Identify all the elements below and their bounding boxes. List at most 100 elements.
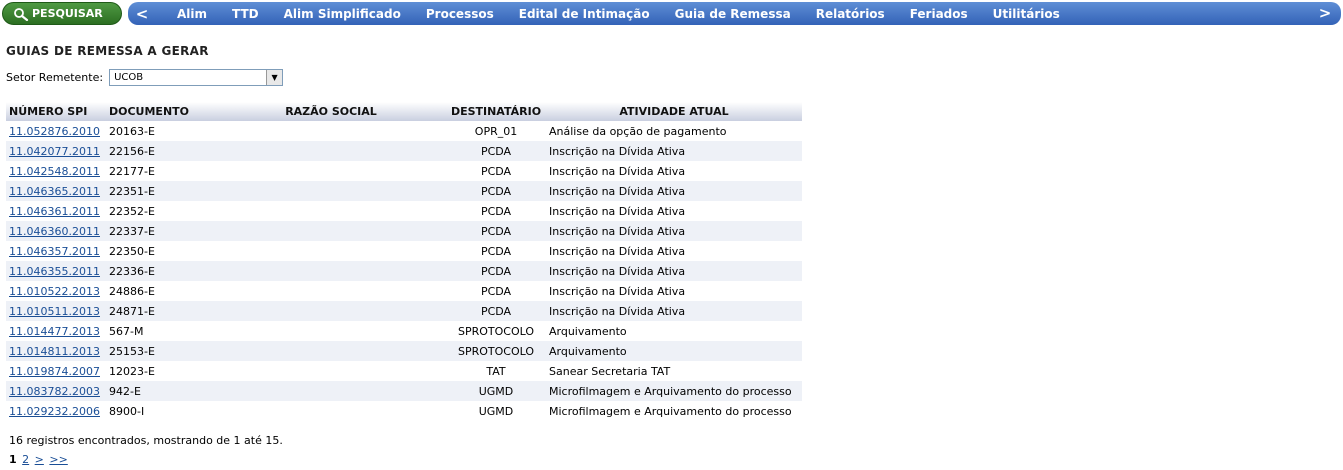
nav-item-edital-de-intimacao[interactable]: Edital de Intimação (519, 7, 650, 21)
nav-item-processos[interactable]: Processos (426, 7, 494, 21)
destinatario-cell: TAT (486, 364, 506, 378)
atividade-cell: Inscrição na Dívida Ativa (546, 221, 802, 241)
numero-spi-link[interactable]: 11.046357.2011 (9, 245, 100, 258)
page-link-2[interactable]: 2 (22, 453, 29, 466)
atividade-cell: Inscrição na Dívida Ativa (549, 164, 686, 178)
numero-spi-cell: 11.052876.2010 (6, 121, 106, 141)
table-row: 11.046360.2011 22337-E PCDA Inscrição na Dí… (6, 221, 802, 241)
nav-item-guia-de-remessa[interactable]: Guia de Remessa (675, 7, 791, 21)
table-row: 11.042077.2011 22156-E PCDA Inscrição na Dí… (6, 141, 802, 161)
documento-cell: 22352-E (109, 204, 155, 218)
search-button[interactable]: PESQUISAR (2, 2, 122, 25)
razao-social-cell (216, 181, 446, 201)
table-row: 11.042548.2011 22177-E PCDA Inscrição na Dí… (6, 161, 802, 181)
sector-select[interactable]: UCOB ▼ (109, 69, 284, 86)
destinatario-cell: SPROTOCOLO (446, 341, 546, 361)
numero-spi-link[interactable]: 11.046365.2011 (9, 185, 100, 198)
atividade-cell: Inscrição na Dívida Ativa (546, 141, 802, 161)
numero-spi-link[interactable]: 11.046355.2011 (9, 265, 100, 278)
documento-cell: 22337-E (106, 221, 216, 241)
page-title: GUIAS DE REMESSA A GERAR (6, 44, 209, 58)
nav-item-alim[interactable]: Alim (177, 7, 207, 21)
chevron-down-icon[interactable]: ▼ (266, 70, 283, 85)
nav-item-alim-simplificado[interactable]: Alim Simplificado (284, 7, 401, 21)
column-header-documento[interactable]: DOCUMENTO (106, 102, 216, 121)
documento-cell: 8900-I (109, 404, 145, 418)
numero-spi-link[interactable]: 11.083782.2003 (9, 385, 100, 398)
destinatario-cell: PCDA (480, 164, 512, 178)
table-row: 11.029232.2006 8900-I UGMD Microfilmagem e … (6, 401, 802, 421)
razao-social-cell (216, 201, 446, 221)
documento-cell: 22350-E (109, 244, 155, 258)
column-header-razao-social[interactable]: RAZÃO SOCIAL (216, 102, 446, 121)
numero-spi-cell: 11.010522.2013 (6, 281, 106, 301)
numero-spi-link[interactable]: 11.042077.2011 (9, 145, 100, 158)
nav-item-feriados[interactable]: Feriados (910, 7, 968, 21)
numero-spi-link[interactable]: 11.010522.2013 (9, 285, 100, 298)
numero-spi-link[interactable]: 11.010511.2013 (9, 305, 100, 318)
destinatario-cell: PCDA (480, 284, 512, 298)
table-row: 11.014811.2013 25153-E SPROTOCOLO Arquivame… (6, 341, 802, 361)
numero-spi-link[interactable]: 11.014811.2013 (9, 345, 100, 358)
numero-spi-link[interactable]: 11.042548.2011 (9, 165, 100, 178)
documento-cell: 24886-E (109, 284, 155, 298)
table-row: 11.052876.2010 20163-E OPR_01 Análise da op… (6, 121, 802, 141)
numero-spi-cell: 11.029232.2006 (6, 401, 106, 421)
documento-cell: 567-M (109, 324, 144, 338)
table-row: 11.010522.2013 24886-E PCDA Inscrição na Dí… (6, 281, 802, 301)
destinatario-cell: PCDA (446, 181, 546, 201)
nav-item-ttd[interactable]: TTD (232, 7, 259, 21)
nav-item-utilitarios[interactable]: Utilitários (993, 7, 1060, 21)
destinatario-cell: PCDA (480, 204, 512, 218)
sector-label: Setor Remetente: (6, 71, 104, 84)
table-row: 11.083782.2003 942-E UGMD Microfilmagem e A… (6, 381, 802, 401)
numero-spi-cell: 11.046357.2011 (6, 241, 106, 261)
razao-social-cell (216, 401, 446, 421)
numero-spi-cell: 11.046355.2011 (6, 261, 106, 281)
table-row: 11.046365.2011 22351-E PCDA Inscrição na Dí… (6, 181, 802, 201)
atividade-cell: Análise da opção de pagamento (549, 124, 727, 138)
nav-item-relatorios[interactable]: Relatórios (816, 7, 885, 21)
documento-cell: 942-E (106, 381, 216, 401)
numero-spi-link[interactable]: 11.046361.2011 (9, 205, 100, 218)
column-header-atividade-atual[interactable]: ATIVIDADE ATUAL (546, 102, 802, 121)
numero-spi-cell: 11.046365.2011 (6, 181, 106, 201)
nav-scroll-left-icon[interactable]: < (132, 5, 152, 23)
destinatario-cell: OPR_01 (474, 124, 518, 138)
column-header-numero-spi[interactable]: NÚMERO SPI (6, 102, 106, 121)
search-icon (14, 7, 29, 21)
page-next-link[interactable]: > (35, 453, 44, 466)
nav-scroll-right-icon[interactable]: > (1315, 4, 1335, 22)
numero-spi-cell: 11.014811.2013 (6, 341, 106, 361)
numero-spi-cell: 11.046360.2011 (6, 221, 106, 241)
numero-spi-cell: 11.042077.2011 (6, 141, 106, 161)
pagination: 1 2 > >> (9, 453, 68, 466)
main-nav: < Alim TTD Alim Simplificado Processos E… (128, 2, 1341, 25)
atividade-cell: Sanear Secretaria TAT (549, 364, 671, 378)
numero-spi-link[interactable]: 11.046360.2011 (9, 225, 100, 238)
atividade-cell: Inscrição na Dívida Ativa (549, 284, 686, 298)
numero-spi-cell: 11.010511.2013 (6, 301, 106, 321)
column-header-destinatario[interactable]: DESTINATÁRIO (446, 102, 546, 121)
destinatario-cell: SPROTOCOLO (457, 324, 535, 338)
top-bar: PESQUISAR < Alim TTD Alim Simplificado P… (0, 0, 1343, 27)
table-row: 11.010511.2013 24871-E PCDA Inscrição na Dí… (6, 301, 802, 321)
page-last-link[interactable]: >> (49, 453, 67, 466)
destinatario-cell: UGMD (478, 404, 514, 418)
atividade-cell: Microfilmagem e Arquivamento do processo (549, 404, 792, 418)
razao-social-cell (216, 301, 446, 321)
numero-spi-link[interactable]: 11.052876.2010 (9, 125, 100, 138)
numero-spi-link[interactable]: 11.014477.2013 (9, 325, 100, 338)
atividade-cell: Microfilmagem e Arquivamento do processo (546, 381, 802, 401)
table-body: 11.052876.2010 20163-E OPR_01 Análise da op… (6, 121, 802, 421)
numero-spi-cell: 11.083782.2003 (6, 381, 106, 401)
records-summary: 16 registros encontrados, mostrando de 1… (9, 434, 283, 447)
documento-cell: 24871-E (106, 301, 216, 321)
numero-spi-link[interactable]: 11.029232.2006 (9, 405, 100, 418)
search-button-label: PESQUISAR (32, 7, 103, 20)
table-header-row: NÚMERO SPI DOCUMENTO RAZÃO SOCIAL DESTIN… (6, 102, 802, 121)
destinatario-cell: PCDA (446, 301, 546, 321)
documento-cell: 22336-E (106, 261, 216, 281)
destinatario-cell: PCDA (446, 221, 546, 241)
numero-spi-link[interactable]: 11.019874.2007 (9, 365, 100, 378)
